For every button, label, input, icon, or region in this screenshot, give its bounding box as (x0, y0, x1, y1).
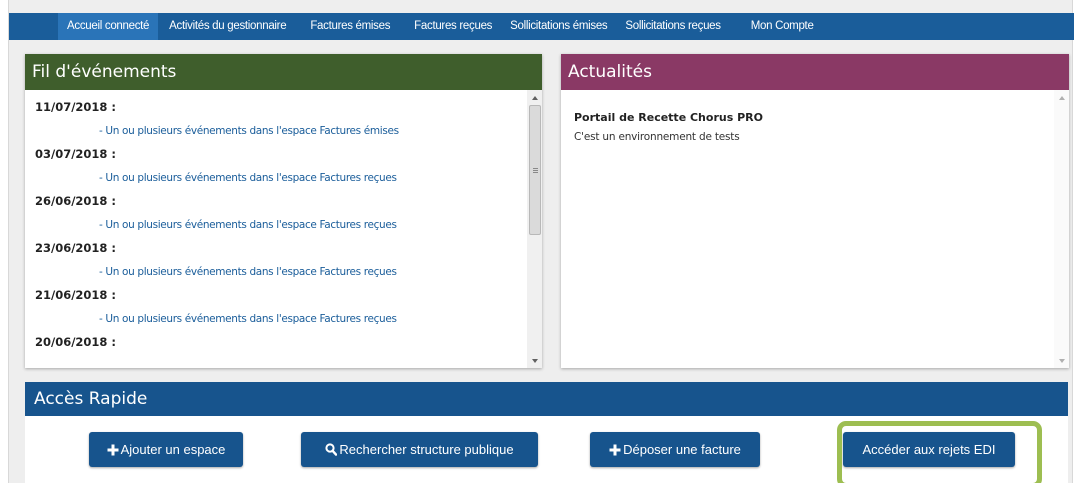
scroll-up-arrow-icon[interactable] (527, 90, 542, 105)
news-title: Portail de Recette Chorus PRO (574, 111, 763, 124)
search-public-structure-button[interactable]: Rechercher structure publique (301, 432, 538, 467)
scroll-thumb[interactable] (529, 105, 541, 235)
nav-item-activites[interactable]: Activités du gestionnaire (160, 13, 295, 40)
news-scrollbar[interactable] (1054, 90, 1069, 368)
events-panel: Fil d'événements 11/07/2018 : - Un ou pl… (25, 54, 542, 368)
news-panel-title: Actualités (561, 54, 1069, 90)
event-link[interactable]: - Un ou plusieurs événements dans l'espa… (25, 119, 542, 143)
events-list[interactable]: 11/07/2018 : - Un ou plusieurs événement… (25, 90, 542, 368)
plus-icon (107, 444, 119, 456)
nav-item-factures-emises[interactable]: Factures émises (301, 13, 399, 40)
plus-icon (609, 444, 621, 456)
event-date: 11/07/2018 : (35, 100, 117, 114)
event-link[interactable]: - Un ou plusieurs événements dans l'espa… (25, 166, 542, 190)
top-navigation: Accueil connecté Activités du gestionnai… (9, 13, 1074, 40)
add-space-button[interactable]: Ajouter un espace (89, 432, 243, 467)
events-scrollbar[interactable] (527, 90, 542, 368)
app-frame: Accueil connecté Activités du gestionnai… (8, 0, 1074, 483)
news-panel: Actualités Portail de Recette Chorus PRO… (561, 54, 1069, 368)
nav-item-factures-recues[interactable]: Factures reçues (405, 13, 501, 40)
scroll-up-arrow-icon[interactable] (1054, 90, 1069, 105)
event-date: 26/06/2018 : (35, 194, 117, 208)
add-space-label: Ajouter un espace (120, 442, 226, 457)
submit-invoice-button[interactable]: Déposer une facture (590, 432, 760, 467)
event-date: 21/06/2018 : (35, 288, 117, 302)
event-date: 23/06/2018 : (35, 241, 117, 255)
quick-access-title: Accès Rapide (25, 382, 1068, 416)
search-icon (325, 443, 338, 456)
events-panel-title: Fil d'événements (25, 54, 542, 90)
highlight-frame (837, 421, 1042, 483)
event-link[interactable]: - Un ou plusieurs événements dans l'espa… (25, 260, 542, 284)
submit-invoice-label: Déposer une facture (623, 442, 741, 457)
event-link[interactable]: - Un ou plusieurs événements dans l'espa… (25, 307, 542, 331)
scroll-down-arrow-icon[interactable] (1054, 353, 1069, 368)
search-public-structure-label: Rechercher structure publique (339, 442, 514, 457)
nav-item-mon-compte[interactable]: Mon Compte (742, 13, 823, 40)
news-text: C'est un environnement de tests (574, 131, 740, 143)
event-link[interactable]: - Un ou plusieurs événements dans l'espa… (25, 213, 542, 237)
nav-item-accueil[interactable]: Accueil connecté (58, 13, 159, 40)
event-date: 20/06/2018 : (35, 335, 117, 349)
event-date: 03/07/2018 : (35, 147, 117, 161)
news-content: Portail de Recette Chorus PRO C'est un e… (561, 90, 1069, 368)
nav-item-sollicitations-recues[interactable]: Sollicitations reçues (616, 13, 729, 40)
scroll-down-arrow-icon[interactable] (527, 353, 542, 368)
nav-item-sollicitations-emises[interactable]: Sollicitations émises (501, 13, 616, 40)
